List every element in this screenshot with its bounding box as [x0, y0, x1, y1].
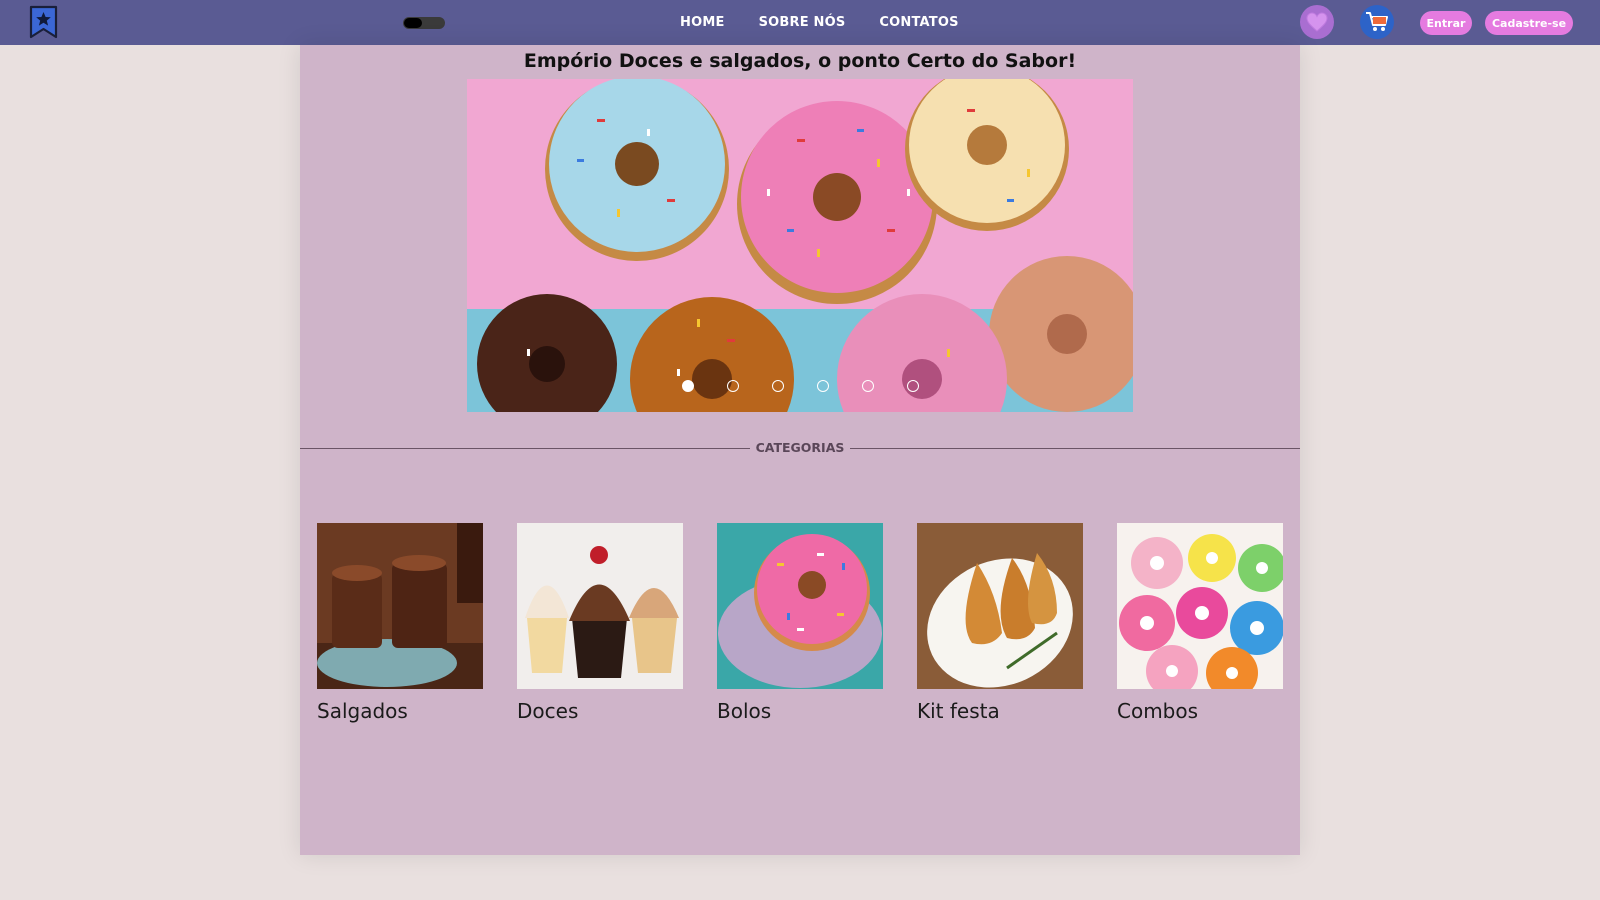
- category-label: Doces: [517, 699, 579, 723]
- nav-about[interactable]: SOBRE NÓS: [759, 15, 846, 30]
- bookmark-star-icon[interactable]: [29, 5, 58, 39]
- chocolate-mousse-cups-image: [317, 523, 483, 689]
- assorted-donuts-image: [1117, 523, 1283, 689]
- toggle-switch-icon: [404, 18, 422, 28]
- nav-contacts[interactable]: CONTATOS: [879, 15, 958, 30]
- category-kit-festa[interactable]: Kit festa: [917, 523, 1083, 723]
- carousel-dot[interactable]: [681, 380, 694, 392]
- main-nav: HOME SOBRE NÓS CONTATOS: [680, 0, 959, 45]
- category-doces[interactable]: Doces: [517, 523, 683, 723]
- category-bolos[interactable]: Bolos: [717, 523, 883, 723]
- coxinhas-plate-image: [917, 523, 1083, 689]
- main-panel: Empório Doces e salgados, o ponto Certo …: [300, 45, 1300, 855]
- categories-divider: CATEGORIAS: [300, 438, 1300, 460]
- carousel-dot[interactable]: [906, 380, 919, 392]
- signup-button[interactable]: Cadastre-se: [1485, 11, 1573, 35]
- pink-donut-image: [717, 523, 883, 689]
- colorful-donuts-image: [467, 79, 1133, 412]
- category-salgados[interactable]: Salgados: [317, 523, 483, 723]
- category-label: Salgados: [317, 699, 408, 723]
- hero-carousel[interactable]: [467, 79, 1133, 412]
- category-label: Bolos: [717, 699, 772, 723]
- category-label: Kit festa: [917, 699, 1000, 723]
- favorites-button[interactable]: [1300, 5, 1334, 39]
- page-title: Empório Doces e salgados, o ponto Certo …: [523, 50, 1077, 72]
- login-button[interactable]: Entrar: [1420, 11, 1472, 35]
- divider-line: [850, 448, 1300, 449]
- carousel-indicators: [467, 380, 1133, 392]
- cupcakes-image: [517, 523, 683, 689]
- heart-icon: [1306, 12, 1328, 32]
- categories-grid: Salgados Doces Bolos Kit festa Combos: [317, 523, 1283, 733]
- carousel-dot[interactable]: [771, 380, 784, 392]
- cart-button[interactable]: [1360, 5, 1394, 39]
- nav-home[interactable]: HOME: [680, 15, 725, 30]
- top-navbar: HOME SOBRE NÓS CONTATOS Entrar Cadastre-…: [0, 0, 1600, 45]
- category-combos[interactable]: Combos: [1117, 523, 1283, 723]
- carousel-dot[interactable]: [861, 380, 874, 392]
- theme-toggle[interactable]: [403, 17, 445, 29]
- category-label: Combos: [1117, 699, 1199, 723]
- carousel-dot[interactable]: [816, 380, 829, 392]
- shopping-cart-icon: [1366, 12, 1388, 31]
- carousel-dot[interactable]: [726, 380, 739, 392]
